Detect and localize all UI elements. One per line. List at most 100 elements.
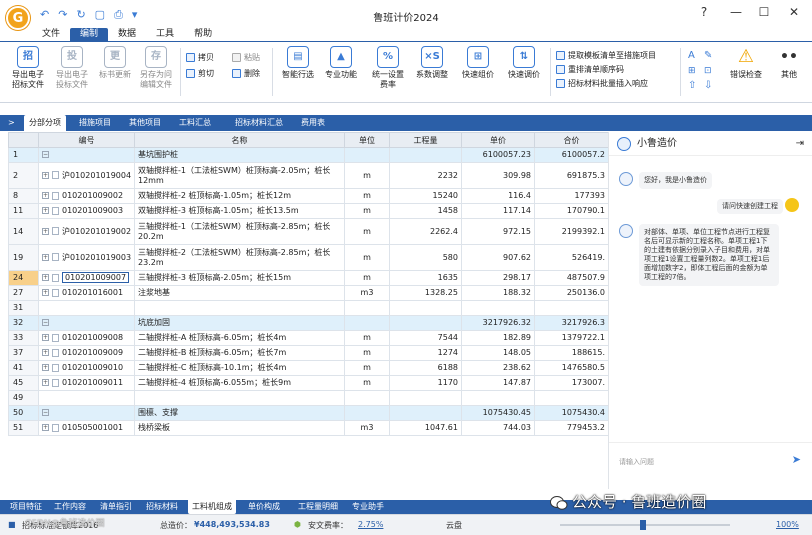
quick-adjust-button[interactable]: ⇅ 快速调价 — [502, 46, 546, 80]
table-row[interactable]: 45 +010201009011 二轴搅拌桩-4 桩顶标高-6.055m；桩长9m m… — [8, 375, 608, 391]
insert-material-button[interactable]: 招标材料批量插入响应 — [556, 78, 648, 89]
row-number-cell[interactable]: 49 — [8, 390, 39, 406]
filter-icon[interactable]: ⊞ — [688, 66, 696, 76]
unit-price-cell[interactable]: 3217926.32 — [461, 315, 535, 331]
professional-functions-button[interactable]: ▲ 专业功能 — [320, 46, 362, 80]
code-cell[interactable]: +010201009010 — [38, 360, 135, 376]
cut-button[interactable]: 剪切 — [186, 68, 214, 79]
expand-toggle-icon[interactable]: + — [42, 289, 49, 296]
table-row[interactable]: 19 + 沪010201019003 三轴搅拌桩-2（工法桩SWM）桩顶标高-2.85… — [8, 244, 608, 271]
zoom-level[interactable]: 100% — [776, 520, 799, 529]
expand-toggle-icon[interactable]: − — [42, 319, 49, 326]
row-number-cell[interactable]: 8 — [8, 188, 39, 204]
unit-price-cell[interactable]: 148.05 — [461, 345, 535, 361]
menu-file[interactable]: 文件 — [32, 28, 70, 41]
table-row[interactable]: 31 — [8, 300, 608, 316]
quantity-cell[interactable] — [389, 405, 462, 421]
expand-toggle-icon[interactable]: + — [42, 207, 49, 214]
menu-tools[interactable]: 工具 — [146, 28, 184, 41]
row-number-cell[interactable]: 51 — [8, 420, 39, 436]
copy-button[interactable]: 拷贝 — [186, 52, 214, 63]
total-cell[interactable]: 2199392.1 — [534, 218, 608, 245]
name-cell[interactable]: 三轴搅拌桩-3 桩顶标高-2.05m；桩长15m — [134, 270, 345, 286]
name-cell[interactable]: 双轴搅拌桩-3 桩顶标高-1.05m；桩长13.5m — [134, 203, 345, 219]
table-group-row[interactable]: 32 − 坑底加固 3217926.32 3217926.3 — [8, 315, 608, 331]
export-bid-button[interactable]: 招 导出电子 招标文件 — [8, 46, 48, 90]
row-number-cell[interactable]: 24 — [8, 270, 39, 286]
header-code[interactable]: 编号 — [38, 132, 135, 148]
name-cell[interactable]: 双轴搅拌桩-2 桩顶标高-1.05m；桩长12m — [134, 188, 345, 204]
unit-cell[interactable] — [344, 405, 390, 421]
unit-cell[interactable]: m3 — [344, 420, 390, 436]
table-group-row[interactable]: 50 − 围檩、支撑 1075430.45 1075430.4 — [8, 405, 608, 421]
row-number-cell[interactable]: 41 — [8, 360, 39, 376]
unify-fees-button[interactable]: % 统一设置 费率 — [368, 46, 408, 90]
coefficient-adjust-button[interactable]: ×S 系数调整 — [412, 46, 452, 80]
total-cell[interactable]: 1075430.4 — [534, 405, 608, 421]
total-cell[interactable]: 188615. — [534, 345, 608, 361]
row-number-cell[interactable]: 11 — [8, 203, 39, 219]
total-cell[interactable] — [534, 390, 608, 406]
unit-cell[interactable]: m — [344, 345, 390, 361]
table-row[interactable]: 51 +010505001001 栈桥梁板 m3 1047.61 744.03 779453… — [8, 420, 608, 436]
expand-toggle-icon[interactable]: − — [42, 151, 49, 158]
unit-price-cell[interactable]: 238.62 — [461, 360, 535, 376]
total-cell[interactable]: 1379722.1 — [534, 330, 608, 346]
quantity-cell[interactable]: 1635 — [389, 270, 462, 286]
header-total[interactable]: 合价 — [534, 132, 608, 148]
expand-toggle-icon[interactable]: + — [42, 171, 49, 179]
unit-cell[interactable]: m — [344, 218, 390, 245]
expand-toggle-icon[interactable]: + — [42, 364, 49, 371]
renumber-button[interactable]: 重排清单顺序码 — [556, 64, 624, 75]
unit-price-cell[interactable]: 116.4 — [461, 188, 535, 204]
total-cell[interactable]: 250136.0 — [534, 285, 608, 301]
font-format-icon[interactable]: A — [688, 50, 695, 61]
expand-toggle-icon[interactable]: − — [42, 409, 49, 416]
unit-price-cell[interactable]: 744.03 — [461, 420, 535, 436]
total-cell[interactable]: 691875.3 — [534, 162, 608, 189]
row-number-cell[interactable]: 1 — [8, 147, 39, 163]
unit-price-cell[interactable]: 182.89 — [461, 330, 535, 346]
row-number-cell[interactable]: 32 — [8, 315, 39, 331]
unit-cell[interactable]: m — [344, 330, 390, 346]
unit-price-cell[interactable]: 6100057.23 — [461, 147, 535, 163]
total-cell[interactable]: 6100057.2 — [534, 147, 608, 163]
unit-price-cell[interactable]: 298.17 — [461, 270, 535, 286]
error-check-button[interactable]: ⚠ 错误检查 — [724, 46, 768, 80]
name-cell[interactable]: 三轴搅拌桩-2（工法桩SWM）桩顶标高-2.85m；桩长23.2m — [134, 244, 345, 271]
row-number-cell[interactable]: 27 — [8, 285, 39, 301]
row-number-cell[interactable]: 33 — [8, 330, 39, 346]
unit-cell[interactable]: m3 — [344, 285, 390, 301]
menu-help[interactable]: 帮助 — [184, 28, 222, 41]
help-button[interactable]: ? — [692, 5, 716, 19]
unit-cell[interactable]: m — [344, 375, 390, 391]
expand-toggle-icon[interactable]: + — [42, 227, 49, 235]
unit-price-cell[interactable]: 188.32 — [461, 285, 535, 301]
code-cell[interactable]: + 沪010201019003 — [38, 244, 135, 271]
quick-combine-button[interactable]: ⊞ 快速组价 — [456, 46, 500, 80]
quantity-cell[interactable]: 15240 — [389, 188, 462, 204]
expand-toggle-icon[interactable]: + — [42, 349, 49, 356]
maximize-button[interactable]: ☐ — [752, 5, 776, 19]
quantity-cell[interactable]: 2262.4 — [389, 218, 462, 245]
quantity-cell[interactable]: 1170 — [389, 375, 462, 391]
table-group-row[interactable]: 1 − 基坑围护桩 6100057.23 6100057.2 — [8, 147, 608, 163]
tab-list-guide[interactable]: 清单指引 — [96, 500, 136, 514]
unit-price-cell[interactable]: 1075430.45 — [461, 405, 535, 421]
code-cell[interactable]: +010201009009 — [38, 345, 135, 361]
more-button[interactable]: •• 其他 — [772, 46, 806, 80]
unit-price-cell[interactable]: 117.14 — [461, 203, 535, 219]
move-down-icon[interactable]: ⇩ — [704, 80, 712, 91]
header-quantity[interactable]: 工程量 — [389, 132, 462, 148]
tab-bid-material-summary[interactable]: 招标材料汇总 — [230, 115, 288, 131]
tab-item-features[interactable]: 项目特征 — [6, 500, 46, 514]
menu-edit[interactable]: 编制 — [70, 28, 109, 41]
move-up-icon[interactable]: ⇧ — [688, 80, 696, 91]
code-cell[interactable]: +010201009002 — [38, 188, 135, 204]
code-cell[interactable]: +010505001001 — [38, 420, 135, 436]
row-number-cell[interactable]: 19 — [8, 244, 39, 271]
quantity-cell[interactable]: 7544 — [389, 330, 462, 346]
table-row[interactable]: 2 + 沪010201019004 双轴搅拌桩-1（工法桩SWM）桩顶标高-2.05m… — [8, 162, 608, 189]
table-row[interactable]: 41 +010201009010 二轴搅拌桩-C 桩顶标高-10.1m；桩长4m m 6… — [8, 360, 608, 376]
quantity-cell[interactable]: 1458 — [389, 203, 462, 219]
